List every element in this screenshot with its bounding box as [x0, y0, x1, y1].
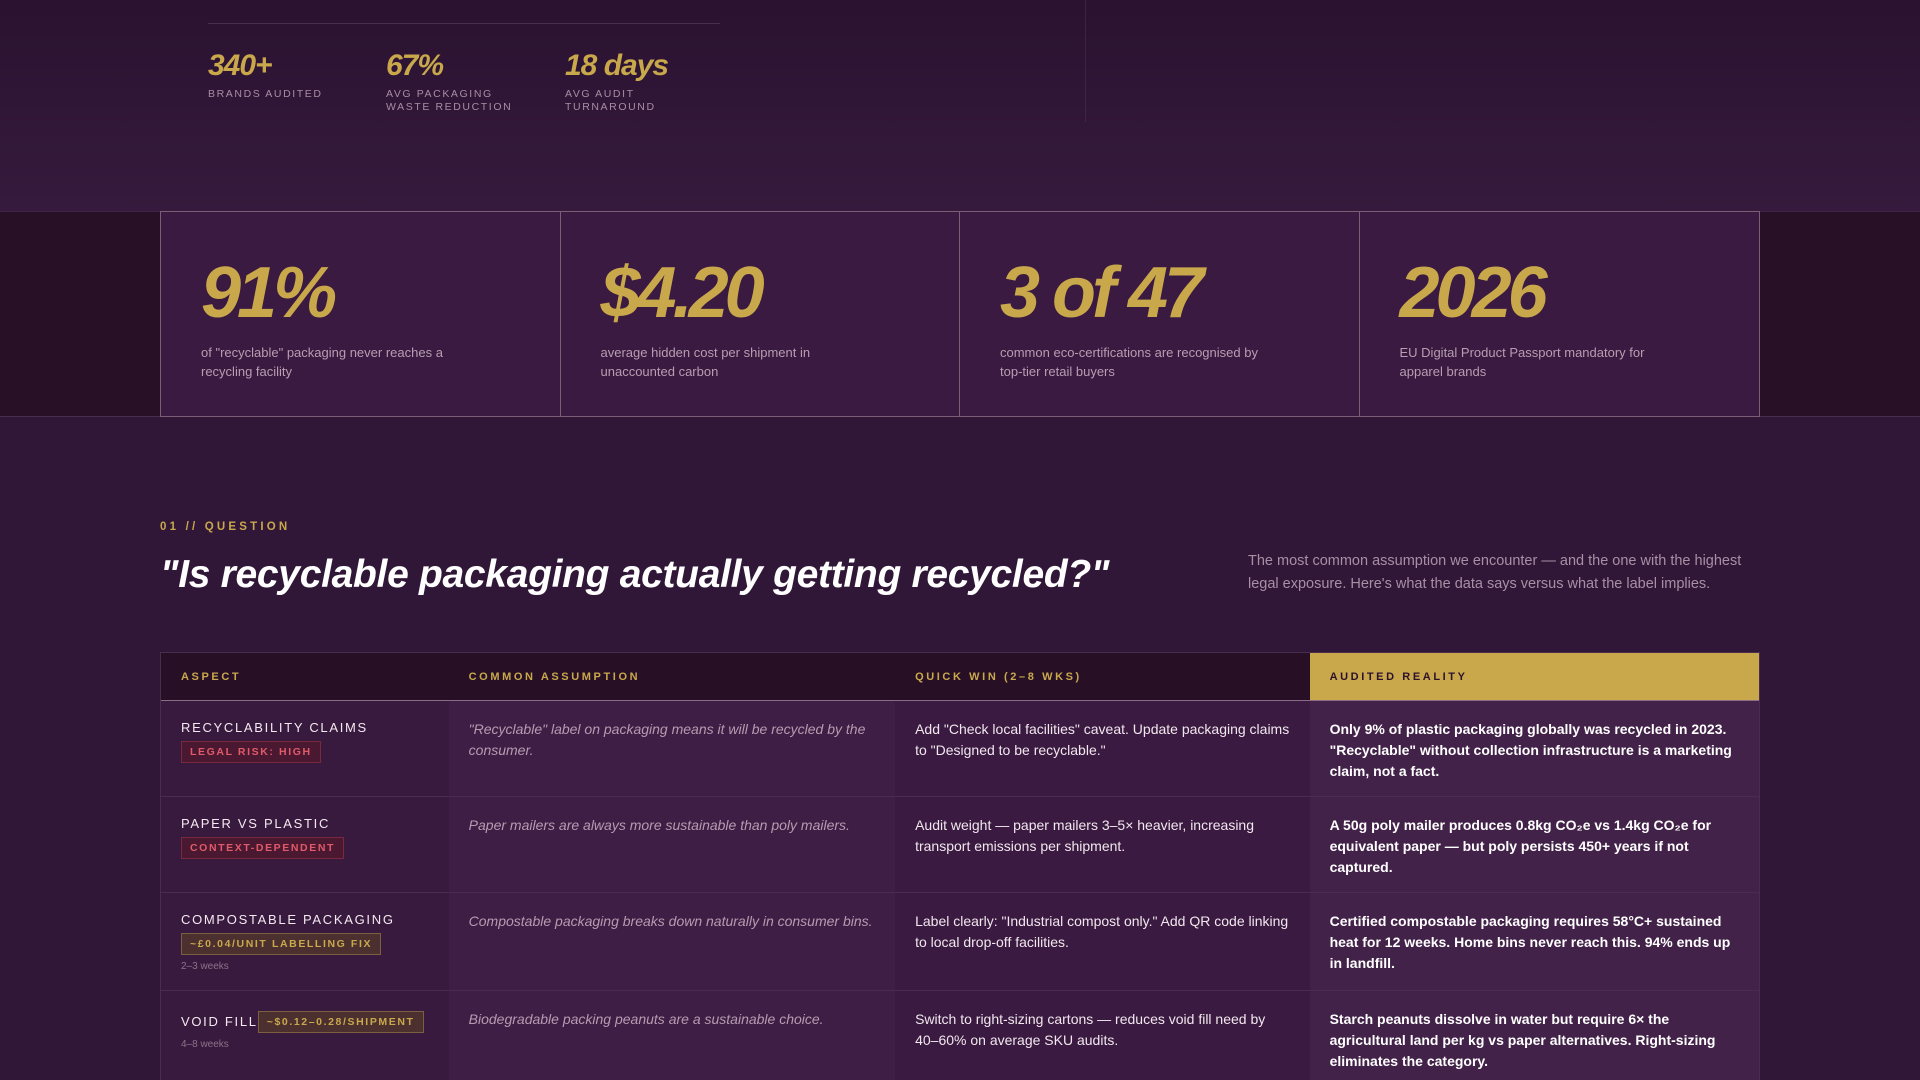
- hero-stat-value: 67%: [386, 49, 444, 82]
- hero-stat-label: AVG AUDIT TURNAROUND: [565, 88, 656, 113]
- column-header-assumption: COMMON ASSUMPTION: [468, 670, 641, 683]
- stat-value: 2026: [1399, 253, 1548, 333]
- timeline-note: 4–8 weeks: [181, 1039, 229, 1050]
- section-eyebrow: 01 // QUESTION: [160, 521, 291, 533]
- quick-win-cell: Add "Check local facilities" caveat. Upd…: [895, 701, 1310, 796]
- quick-win-cell: Switch to right-sizing cartons — reduces…: [895, 991, 1310, 1080]
- comparison-table: ASPECT COMMON ASSUMPTION QUICK WIN (2–8 …: [160, 652, 1760, 1080]
- hero-stat-waste: 67% AVG PACKAGING WASTE REDUCTION: [386, 48, 521, 113]
- reality-cell: Starch peanuts dissolve in water but req…: [1309, 991, 1759, 1080]
- assumption-cell: Compostable packaging breaks down natura…: [448, 893, 896, 990]
- column-header-reality: AUDITED REALITY: [1309, 653, 1759, 700]
- risk-badge: LEGAL RISK: HIGH: [181, 741, 321, 763]
- cost-badge: ~$0.12–0.28/SHIPMENT: [257, 1011, 424, 1033]
- table-row: COMPOSTABLE PACKAGING ~£0.04/UNIT LABELL…: [161, 893, 1759, 991]
- context-badge: CONTEXT-DEPENDENT: [181, 837, 345, 859]
- table-row: VOID FILL ~$0.12–0.28/SHIPMENT 4–8 weeks …: [161, 991, 1759, 1080]
- assumption-cell: Biodegradable packing peanuts are a sust…: [448, 991, 896, 1080]
- aspect-name: VOID FILL: [181, 1014, 258, 1030]
- section-intro: The most common assumption we encounter …: [1248, 553, 1742, 592]
- stat-card: 2026 EU Digital Product Passport mandato…: [1360, 212, 1760, 416]
- section-question: "Is recyclable packaging actually gettin…: [160, 553, 1110, 596]
- table-row: RECYCLABILITY CLAIMS LEGAL RISK: HIGH "R…: [161, 701, 1759, 797]
- aspect-cell: COMPOSTABLE PACKAGING ~£0.04/UNIT LABELL…: [161, 893, 449, 990]
- aspect-cell: PAPER VS PLASTIC CONTEXT-DEPENDENT: [161, 797, 449, 892]
- column-header-quick-win: QUICK WIN (2–8 WKS): [915, 670, 1082, 683]
- aspect-name: PAPER VS PLASTIC: [181, 816, 331, 831]
- hero-divider: [208, 23, 720, 24]
- reality-cell: Only 9% of plastic packaging globally wa…: [1309, 701, 1759, 796]
- hero-vertical-divider: [1085, 0, 1086, 122]
- stat-value: 91%: [201, 253, 337, 333]
- hero-section: [0, 0, 1920, 212]
- stat-description: of "recyclable" packaging never reaches …: [201, 345, 443, 379]
- hero-stat-label: BRANDS AUDITED: [208, 88, 323, 100]
- hero-stat-brands: 340+ BRANDS AUDITED: [208, 48, 368, 101]
- quick-win-cell: Audit weight — paper mailers 3–5× heavie…: [895, 797, 1310, 892]
- cost-badge: ~£0.04/UNIT LABELLING FIX: [181, 933, 382, 955]
- stat-description: average hidden cost per shipment in unac…: [600, 345, 811, 379]
- aspect-name: COMPOSTABLE PACKAGING: [181, 912, 395, 927]
- stat-grid: 91% of "recyclable" packaging never reac…: [160, 211, 1760, 417]
- table-row: PAPER VS PLASTIC CONTEXT-DEPENDENT Paper…: [161, 797, 1759, 893]
- hero-stat-label: AVG PACKAGING WASTE REDUCTION: [386, 88, 513, 113]
- aspect-cell: RECYCLABILITY CLAIMS LEGAL RISK: HIGH: [161, 701, 449, 796]
- stat-value: $4.20: [600, 253, 765, 333]
- timeline-note: 2–3 weeks: [181, 961, 229, 972]
- assumption-cell: "Recyclable" label on packaging means it…: [448, 701, 896, 796]
- aspect-name: RECYCLABILITY CLAIMS: [181, 720, 368, 735]
- hero-stat-value: 340+: [208, 49, 273, 82]
- stat-value: 3 of 47: [1000, 253, 1204, 333]
- table-header: ASPECT COMMON ASSUMPTION QUICK WIN (2–8 …: [161, 653, 1759, 701]
- reality-cell: A 50g poly mailer produces 0.8kg CO₂e vs…: [1309, 797, 1759, 892]
- stat-description: common eco-certifications are recognised…: [1000, 345, 1258, 379]
- assumption-cell: Paper mailers are always more sustainabl…: [448, 797, 896, 892]
- reality-cell: Certified compostable packaging requires…: [1309, 893, 1759, 990]
- stat-card: 91% of "recyclable" packaging never reac…: [161, 212, 561, 416]
- stat-description: EU Digital Product Passport mandatory fo…: [1399, 345, 1645, 379]
- aspect-cell: VOID FILL ~$0.12–0.28/SHIPMENT 4–8 weeks: [161, 991, 449, 1080]
- stat-card: 3 of 47 common eco-certifications are re…: [960, 212, 1360, 416]
- hero-stat-value: 18 days: [565, 49, 669, 82]
- column-header-aspect: ASPECT: [181, 670, 242, 683]
- hero-stat-turnaround: 18 days AVG AUDIT TURNAROUND: [565, 48, 669, 113]
- quick-win-cell: Label clearly: "Industrial compost only.…: [895, 893, 1310, 990]
- stat-card: $4.20 average hidden cost per shipment i…: [561, 212, 960, 416]
